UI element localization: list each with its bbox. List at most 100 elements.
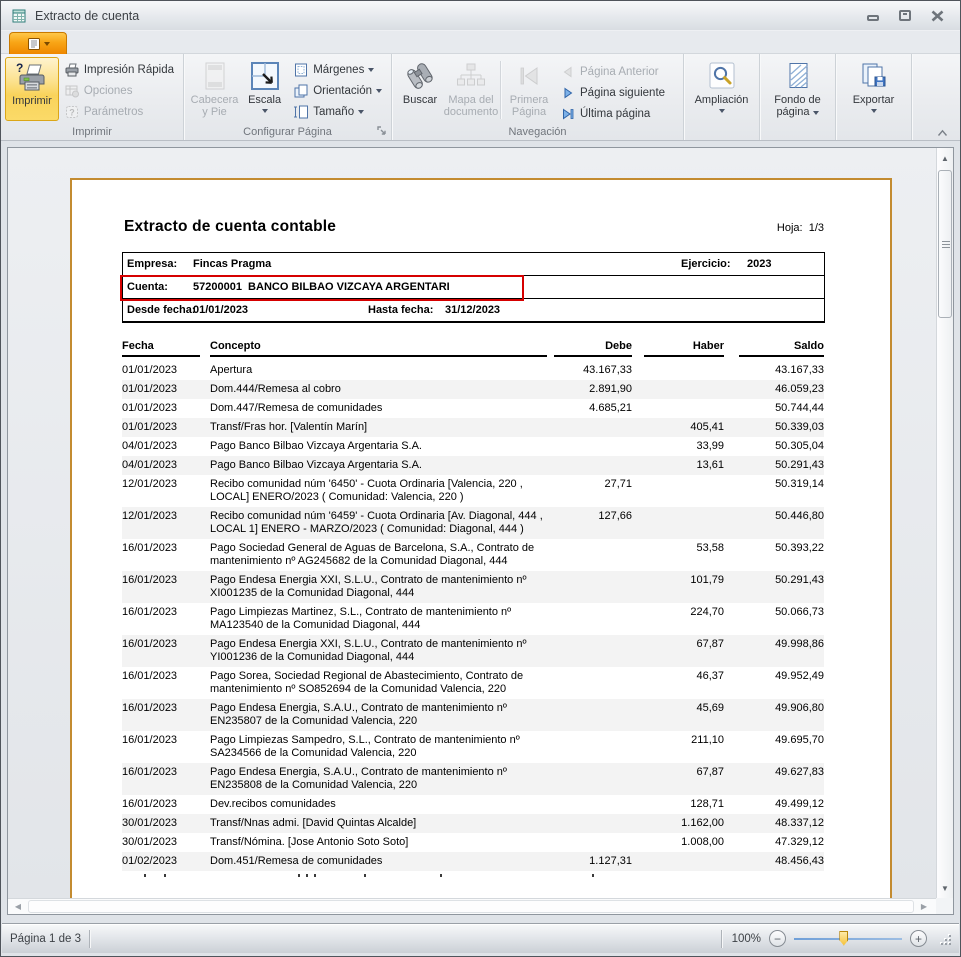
search-button[interactable]: Buscar [396, 57, 444, 121]
cell-haber: 405,41 [644, 421, 724, 434]
clipped-next-row [122, 871, 824, 878]
table-row: 16/01/2023Pago Endesa Energia XXI, S.L.U… [122, 571, 824, 603]
cell-fecha: 16/01/2023 [122, 702, 200, 715]
next-page-button[interactable]: Página siguiente [555, 82, 670, 103]
zoom-in-button[interactable]: + [910, 930, 927, 947]
zoom-button[interactable]: Ampliación [690, 57, 754, 121]
document-map-icon [455, 60, 487, 92]
cell-haber: 33,99 [644, 440, 724, 453]
group-fondo: Fondo de página [760, 54, 836, 140]
vertical-scrollbar-thumb[interactable] [938, 170, 952, 318]
margins-button[interactable]: Márgenes [288, 59, 387, 80]
cell-saldo: 50.446,80 [739, 510, 824, 523]
table-row: 16/01/2023Dev.recibos comunidades128,714… [122, 795, 824, 814]
page-background-button[interactable]: Fondo de página [766, 57, 830, 121]
table-row: 12/01/2023Recibo comunidad núm '6459' - … [122, 507, 824, 539]
horizontal-scrollbar[interactable]: ◀ ▶ [8, 898, 936, 914]
print-preview-window: Extracto de cuenta ? Imprimir Impresión … [0, 0, 961, 957]
last-page-icon [560, 106, 576, 122]
cell-haber: 128,71 [644, 798, 724, 811]
cell-saldo: 46.059,23 [739, 383, 824, 396]
maximize-button[interactable] [898, 9, 912, 23]
orientation-button[interactable]: Orientación [288, 80, 387, 101]
dialog-launcher-icon[interactable] [377, 126, 388, 137]
cell-concepto: Pago Limpiezas Sampedro, S.L., Contrato … [210, 734, 547, 760]
ribbon: ? Imprimir Impresión Rápida Opciones ? P… [1, 54, 960, 141]
minimize-button[interactable] [866, 9, 880, 23]
parameters-button[interactable]: ? Parámetros [59, 101, 179, 122]
svg-text:?: ? [16, 61, 23, 75]
group-configurar-pagina: Cabecera y Pie Escala Márgenes Orientaci… [184, 54, 392, 140]
page-background-icon [782, 60, 814, 92]
close-button[interactable] [930, 9, 944, 23]
cell-fecha: 01/01/2023 [122, 402, 200, 415]
table-row: 30/01/2023Transf/Nnas admi. [David Quint… [122, 814, 824, 833]
ribbon-tab-row [1, 31, 960, 54]
status-bar: Página 1 de 3 100% − + [2, 923, 959, 953]
cell-haber: 67,87 [644, 766, 724, 779]
app-menu-button[interactable] [9, 32, 67, 54]
cell-haber: 45,69 [644, 702, 724, 715]
group-label-navegacion: Navegación [392, 126, 683, 138]
zoom-slider[interactable] [794, 930, 902, 948]
cell-haber: 101,79 [644, 574, 724, 587]
scroll-right-arrow-icon[interactable]: ▶ [916, 899, 932, 914]
margins-label: Márgenes [313, 64, 364, 76]
cell-fecha: 16/01/2023 [122, 574, 200, 587]
cell-concepto: Dom.444/Remesa al cobro [210, 383, 547, 396]
options-button[interactable]: Opciones [59, 80, 179, 101]
cell-haber: 46,37 [644, 670, 724, 683]
cell-concepto: Pago Endesa Energia, S.A.U., Contrato de… [210, 702, 547, 728]
scrollbar-corner [936, 898, 953, 914]
horizontal-scrollbar-thumb[interactable] [28, 900, 914, 913]
scale-button[interactable]: Escala [241, 57, 288, 121]
column-header-haber: Haber [644, 340, 724, 357]
movements-table: FechaConceptoDebeHaberSaldo 01/01/2023Ap… [122, 340, 824, 878]
cell-haber: 53,58 [644, 542, 724, 555]
cell-concepto: Dom.451/Remesa de comunidades [210, 855, 547, 868]
next-page-label: Página siguiente [580, 87, 665, 99]
chevron-down-icon [262, 109, 268, 113]
first-page-icon [513, 60, 545, 92]
cell-concepto: Transf/Fras hor. [Valentín Marín] [210, 421, 547, 434]
export-button[interactable]: Exportar [844, 57, 904, 121]
cell-saldo: 50.291,43 [739, 574, 824, 587]
scroll-left-arrow-icon[interactable]: ◀ [10, 899, 26, 914]
size-button[interactable]: Tamaño [288, 101, 387, 122]
cell-concepto: Transf/Nnas admi. [David Quintas Alcalde… [210, 817, 547, 830]
info-row-fechas: Desde fecha: 01/01/2023 Hasta fecha: 31/… [123, 299, 824, 322]
previous-page-icon [560, 64, 576, 80]
first-page-button[interactable]: Primera Página [503, 57, 555, 121]
quick-print-button[interactable]: Impresión Rápida [59, 59, 179, 80]
previous-page-button[interactable]: Página Anterior [555, 61, 670, 82]
cell-fecha: 01/01/2023 [122, 364, 200, 377]
zoom-out-button[interactable]: − [769, 930, 786, 947]
last-page-button[interactable]: Última página [555, 103, 670, 124]
header-footer-button[interactable]: Cabecera y Pie [188, 57, 241, 121]
group-label-configurar: Configurar Página [184, 126, 391, 138]
scroll-up-arrow-icon[interactable]: ▲ [937, 150, 953, 166]
ejercicio-label: Ejercicio: [681, 258, 731, 270]
group-imprimir: ? Imprimir Impresión Rápida Opciones ? P… [1, 54, 184, 140]
cell-fecha: 04/01/2023 [122, 459, 200, 472]
cell-saldo: 50.319,14 [739, 478, 824, 491]
cell-debe: 1.127,31 [554, 855, 632, 868]
chevron-down-icon [376, 89, 382, 93]
previous-page-label: Página Anterior [580, 66, 659, 78]
table-row: 01/02/2023Dom.451/Remesa de comunidades1… [122, 852, 824, 871]
vertical-scrollbar[interactable]: ▲ ▼ [936, 148, 953, 898]
collapse-ribbon-icon[interactable] [937, 129, 948, 137]
hasta-value: 31/12/2023 [445, 304, 500, 316]
print-button[interactable]: ? Imprimir [5, 57, 59, 121]
cell-concepto: Pago Endesa Energia XXI, S.L.U., Contrat… [210, 638, 547, 664]
scroll-down-arrow-icon[interactable]: ▼ [937, 880, 953, 896]
document-map-button[interactable]: Mapa del documento [444, 57, 498, 121]
desde-value: 01/01/2023 [193, 304, 248, 316]
table-row: 16/01/2023Pago Sociedad General de Aguas… [122, 539, 824, 571]
next-page-icon [560, 85, 576, 101]
resize-grip[interactable] [939, 933, 951, 945]
zoom-slider-thumb[interactable] [839, 931, 848, 946]
magnifier-icon [706, 60, 738, 92]
quick-print-icon [64, 62, 80, 78]
chevron-down-icon [368, 68, 374, 72]
